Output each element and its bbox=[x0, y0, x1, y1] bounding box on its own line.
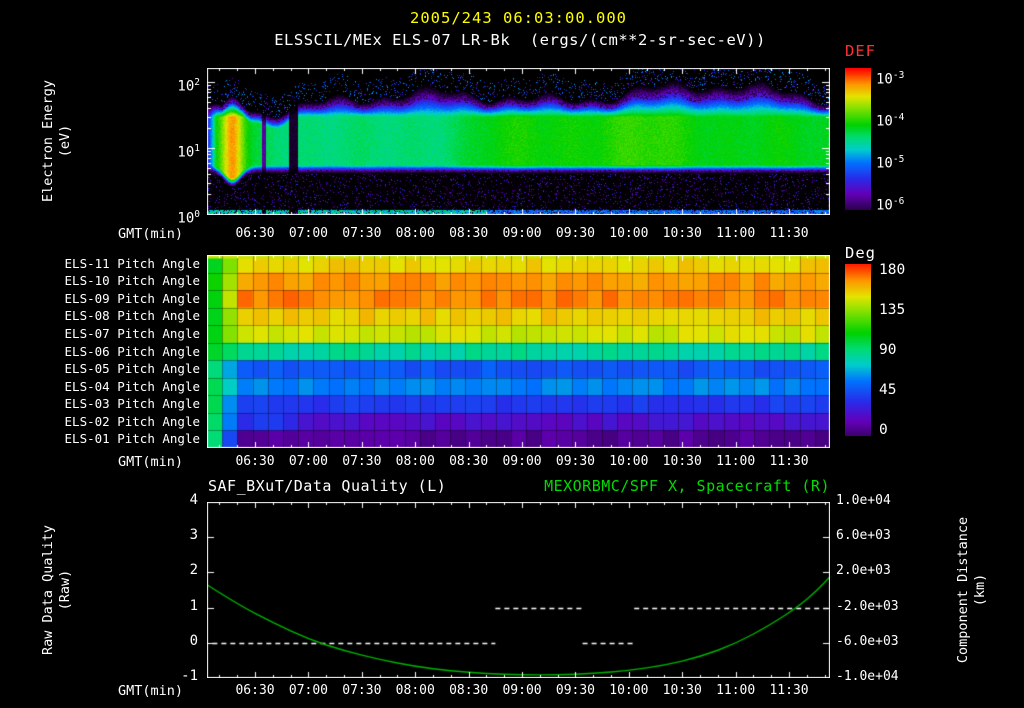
energy-tick-100: 102 bbox=[177, 77, 200, 95]
deg-colorbar-title: Deg bbox=[845, 244, 876, 262]
electron-energy-axis-label: Electron Energy (eV) bbox=[39, 31, 75, 251]
pitch-row-label: ELS-08 Pitch Angle bbox=[64, 308, 200, 324]
x-tick-label: 10:00 bbox=[609, 454, 649, 469]
x-tick-label: 08:00 bbox=[395, 226, 435, 241]
x-tick-label: 11:00 bbox=[716, 454, 756, 469]
pitch-row-label: ELS-10 Pitch Angle bbox=[64, 273, 200, 289]
energy-tick-1: 100 bbox=[177, 209, 200, 227]
quality-axis-tick-label: 4 bbox=[189, 492, 198, 508]
quality-orbit-line-chart bbox=[207, 502, 830, 678]
timestamp-title: 2005/243 06:03:00.000 bbox=[410, 9, 627, 27]
gmt-axis-label-3: GMT(min) bbox=[117, 683, 183, 699]
x-tick-label: 06:30 bbox=[235, 454, 275, 469]
pitch-row-label: ELS-03 Pitch Angle bbox=[64, 396, 200, 412]
x-tick-label: 08:30 bbox=[449, 454, 489, 469]
x-tick-label: 11:30 bbox=[769, 683, 809, 698]
x-tick-label: 06:30 bbox=[235, 683, 275, 698]
x-tick-label: 09:00 bbox=[502, 683, 542, 698]
x-tick-label: 08:00 bbox=[395, 454, 435, 469]
x-tick-label: 09:30 bbox=[555, 454, 596, 469]
quality-axis-tick-label: 1 bbox=[189, 597, 198, 614]
deg-colorbar-tick-label: 135 bbox=[879, 302, 906, 318]
quality-axis-tick-label: -1 bbox=[181, 668, 198, 684]
x-tick-label: 10:30 bbox=[662, 226, 702, 241]
electron-energy-axis-label-line1: Electron Energy bbox=[40, 80, 56, 202]
distance-axis-tick-label: -1.0e+04 bbox=[836, 669, 899, 684]
distance-axis-tick-label: 2.0e+03 bbox=[836, 563, 891, 579]
pitch-row-label: ELS-02 Pitch Angle bbox=[64, 413, 200, 429]
distance-axis-tick-label: 1.0e+04 bbox=[836, 493, 891, 508]
component-distance-axis-label: Component Distance (km) bbox=[954, 480, 990, 700]
distance-axis-tick-label: -2.0e+03 bbox=[836, 598, 899, 614]
x-tick-label: 08:30 bbox=[449, 226, 489, 241]
pitch-row-label: ELS-06 Pitch Angle bbox=[64, 343, 200, 359]
x-tick-label: 07:30 bbox=[342, 454, 382, 469]
energy-tick-10: 101 bbox=[177, 143, 200, 161]
raw-quality-axis-label: Raw Data Quality (Raw) bbox=[39, 480, 75, 700]
def-colorbar bbox=[845, 68, 871, 210]
quality-axis-tick-label: 3 bbox=[189, 527, 198, 544]
electron-energy-axis-label-line2: (eV) bbox=[57, 124, 73, 158]
x-tick-label: 06:30 bbox=[235, 226, 275, 241]
plot-title: ELSSCIL/MEx ELS-07 LR-Bk (ergs/(cm**2-sr… bbox=[274, 31, 766, 49]
x-tick-label: 07:30 bbox=[342, 226, 382, 241]
gmt-axis-label-2: GMT(min) bbox=[117, 454, 183, 470]
x-tick-label: 10:30 bbox=[662, 454, 702, 469]
orbit-series-title: MEXORBMC/SPF X, Spacecraft (R) bbox=[544, 477, 830, 495]
x-tick-label: 11:00 bbox=[716, 226, 756, 241]
quality-axis-tick-label: 0 bbox=[189, 632, 198, 649]
deg-colorbar bbox=[845, 264, 871, 436]
gmt-axis-label-1: GMT(min) bbox=[117, 226, 183, 242]
x-tick-label: 09:00 bbox=[502, 226, 542, 241]
pitch-row-label: ELS-09 Pitch Angle bbox=[64, 290, 200, 306]
x-tick-label: 09:00 bbox=[502, 454, 542, 469]
raw-quality-axis-label-line2: (Raw) bbox=[57, 569, 73, 611]
x-tick-label: 08:00 bbox=[395, 683, 435, 698]
raw-quality-axis-label-line1: Raw Data Quality bbox=[40, 524, 56, 656]
deg-colorbar-tick-label: 0 bbox=[879, 422, 888, 438]
pitch-row-label: ELS-07 Pitch Angle bbox=[64, 325, 200, 341]
distance-axis-tick-label: 6.0e+03 bbox=[836, 528, 891, 544]
x-tick-label: 08:30 bbox=[449, 683, 489, 698]
component-distance-axis-label-line1: Component Distance bbox=[955, 516, 971, 664]
def-tick-1e-3: 10-3 bbox=[876, 70, 905, 88]
pitch-angle-heatmap bbox=[207, 255, 830, 448]
deg-colorbar-tick-label: 45 bbox=[879, 382, 897, 398]
x-tick-label: 11:00 bbox=[716, 683, 756, 698]
x-tick-label: 07:00 bbox=[288, 683, 329, 698]
x-tick-label: 11:30 bbox=[769, 226, 809, 241]
x-tick-label: 10:00 bbox=[609, 226, 649, 241]
x-tick-label: 07:00 bbox=[288, 226, 329, 241]
x-tick-label: 07:00 bbox=[288, 454, 329, 469]
def-colorbar-title: DEF bbox=[845, 42, 876, 60]
x-tick-label: 11:30 bbox=[769, 454, 809, 469]
x-tick-label: 10:30 bbox=[662, 683, 702, 698]
component-distance-axis-label-line2: (km) bbox=[972, 573, 988, 607]
distance-axis-tick-label: -6.0e+03 bbox=[836, 633, 899, 649]
spectrogram-page: 2005/243 06:03:00.000 ELSSCIL/MEx ELS-07… bbox=[0, 0, 1024, 708]
pitch-row-label: ELS-05 Pitch Angle bbox=[64, 361, 200, 377]
def-tick-1e-4: 10-4 bbox=[876, 112, 905, 130]
pitch-row-label: ELS-04 Pitch Angle bbox=[64, 378, 200, 394]
x-tick-label: 09:30 bbox=[555, 226, 596, 241]
def-tick-1e-6: 10-6 bbox=[876, 196, 905, 214]
quality-axis-tick-label: 2 bbox=[189, 562, 198, 579]
x-tick-label: 10:00 bbox=[609, 683, 649, 698]
x-tick-label: 07:30 bbox=[342, 683, 382, 698]
quality-series-title: SAF_BXuT/Data Quality (L) bbox=[208, 477, 447, 495]
x-tick-label: 09:30 bbox=[555, 683, 596, 698]
pitch-row-label: ELS-01 Pitch Angle bbox=[64, 431, 200, 447]
deg-colorbar-tick-label: 180 bbox=[879, 262, 906, 278]
deg-colorbar-tick-label: 90 bbox=[879, 342, 897, 358]
def-tick-1e-5: 10-5 bbox=[876, 154, 905, 172]
electron-energy-spectrogram bbox=[207, 68, 830, 215]
pitch-row-label: ELS-11 Pitch Angle bbox=[64, 255, 200, 271]
